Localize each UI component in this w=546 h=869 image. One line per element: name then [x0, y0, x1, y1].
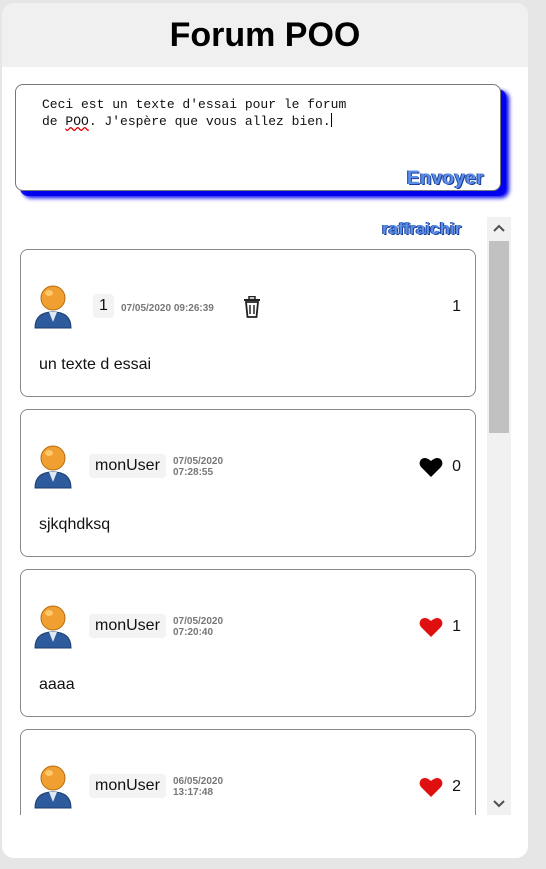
post-username: monUser — [89, 774, 166, 798]
post-date-time: 13:17:48 — [173, 787, 214, 798]
post-username: monUser — [89, 454, 166, 478]
post-card: monUser 07/05/2020 07:20:40 1 aaaa — [20, 569, 476, 717]
post-list[interactable]: 1 07/05/2020 09:26:39 1 un texte d essai… — [20, 249, 478, 815]
spellcheck-word: POO — [65, 114, 89, 129]
post-content: aaaa — [39, 676, 75, 693]
post-date-time: 07:28:55 — [173, 467, 214, 478]
scrollbar-thumb[interactable] — [489, 241, 509, 433]
post-date-time: 07:20:40 — [173, 627, 214, 638]
chevron-up-icon — [493, 224, 505, 232]
text-caret — [330, 113, 332, 127]
message-line-1: Ceci est un texte d'essai pour le forum — [42, 97, 347, 112]
user-avatar-icon — [34, 605, 72, 649]
message-line-2-post: . J'espère que vous allez bien. — [88, 114, 331, 129]
user-avatar-icon — [34, 765, 72, 809]
post-date: 07/05/2020 07:20:40 — [173, 616, 223, 638]
post-date: 06/05/2020 13:17:48 — [173, 776, 223, 798]
post-card: 1 07/05/2020 09:26:39 1 un texte d essai — [20, 249, 476, 397]
post-content: un texte d essai — [39, 356, 152, 373]
trash-icon[interactable] — [243, 296, 261, 318]
message-line-2-pre: de — [42, 114, 66, 129]
heart-icon[interactable] — [419, 616, 443, 638]
user-avatar-icon — [34, 285, 72, 329]
post-date-day: 07/05/2020 — [173, 616, 224, 627]
scroll-up-button[interactable] — [487, 217, 511, 239]
refresh-link[interactable]: raffraichir — [382, 219, 461, 239]
heart-icon[interactable] — [419, 456, 443, 478]
like-count: 2 — [452, 778, 461, 795]
post-date-day: 06/05/2020 — [173, 776, 224, 787]
header: Forum POO — [2, 3, 528, 67]
user-avatar-icon — [34, 445, 72, 489]
like-count: 1 — [452, 618, 461, 635]
like-count: 1 — [452, 298, 461, 315]
chevron-down-icon — [493, 800, 505, 808]
heart-icon[interactable] — [419, 776, 443, 798]
message-textarea[interactable]: Ceci est un texte d'essai pour le forum … — [42, 97, 382, 130]
post-date: 07/05/2020 09:26:39 — [121, 303, 214, 314]
post-content: sjkqhdksq — [39, 516, 111, 533]
post-card: monUser 07/05/2020 07:28:55 0 sjkqhdksq — [20, 409, 476, 557]
post-card: monUser 06/05/2020 13:17:48 2 — [20, 729, 476, 815]
message-composer[interactable]: Ceci est un texte d'essai pour le forum … — [15, 84, 501, 191]
page-title: Forum POO — [169, 15, 361, 54]
like-count: 0 — [452, 458, 461, 475]
post-list-scrollbar[interactable] — [487, 217, 511, 815]
send-button[interactable]: Envoyer — [407, 168, 484, 190]
post-date: 07/05/2020 07:28:55 — [173, 456, 223, 478]
post-username: monUser — [89, 614, 166, 638]
post-username: 1 — [93, 294, 114, 318]
post-date-day: 07/05/2020 — [173, 456, 224, 467]
scroll-down-button[interactable] — [487, 793, 511, 815]
forum-card: Forum POO Ceci est un texte d'essai pour… — [2, 3, 528, 858]
